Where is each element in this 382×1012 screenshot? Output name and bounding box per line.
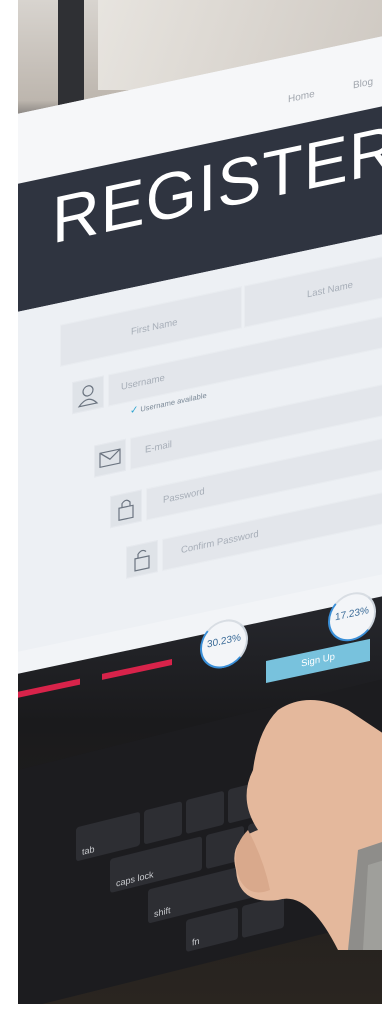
lock-icon <box>118 499 134 522</box>
background-pillar <box>58 0 84 110</box>
accent-bar-1 <box>18 678 80 699</box>
user-icon <box>77 385 99 408</box>
stat-value-1: 30.23% <box>207 632 241 651</box>
envelope-icon <box>99 448 121 469</box>
accent-bar-2 <box>102 659 172 680</box>
first-name-placeholder: First Name <box>131 316 178 338</box>
email-icon-box <box>94 438 126 478</box>
sign-up-button[interactable]: Sign Up <box>266 638 370 684</box>
laptop-photo: Home Blog REGISTER First Name Last Name <box>18 0 382 1004</box>
nav-link-blog[interactable]: Blog <box>353 76 373 91</box>
check-icon: ✓ <box>130 404 139 417</box>
stat-value-2: 17.23% <box>335 605 369 624</box>
last-name-field[interactable]: Last Name <box>244 246 382 328</box>
last-name-placeholder: Last Name <box>307 279 353 301</box>
typing-hand <box>234 700 382 950</box>
email-placeholder: E-mail <box>145 439 172 456</box>
confirm-password-placeholder: Confirm Password <box>181 528 259 557</box>
stat-circle-1: 30.23% <box>200 614 248 674</box>
stat-circle-2: 17.23% <box>328 587 376 646</box>
unlock-icon <box>134 549 150 572</box>
laptop-screen: Home Blog REGISTER First Name Last Name <box>18 26 382 699</box>
username-icon-box <box>72 375 104 415</box>
key[interactable] <box>144 801 182 845</box>
confirm-password-icon-box <box>126 539 158 579</box>
photo-scene: Home Blog REGISTER First Name Last Name <box>0 0 382 1012</box>
nav-link-home[interactable]: Home <box>288 89 315 106</box>
username-placeholder: Username <box>121 372 165 393</box>
password-icon-box <box>110 489 142 529</box>
password-placeholder: Password <box>163 486 205 506</box>
